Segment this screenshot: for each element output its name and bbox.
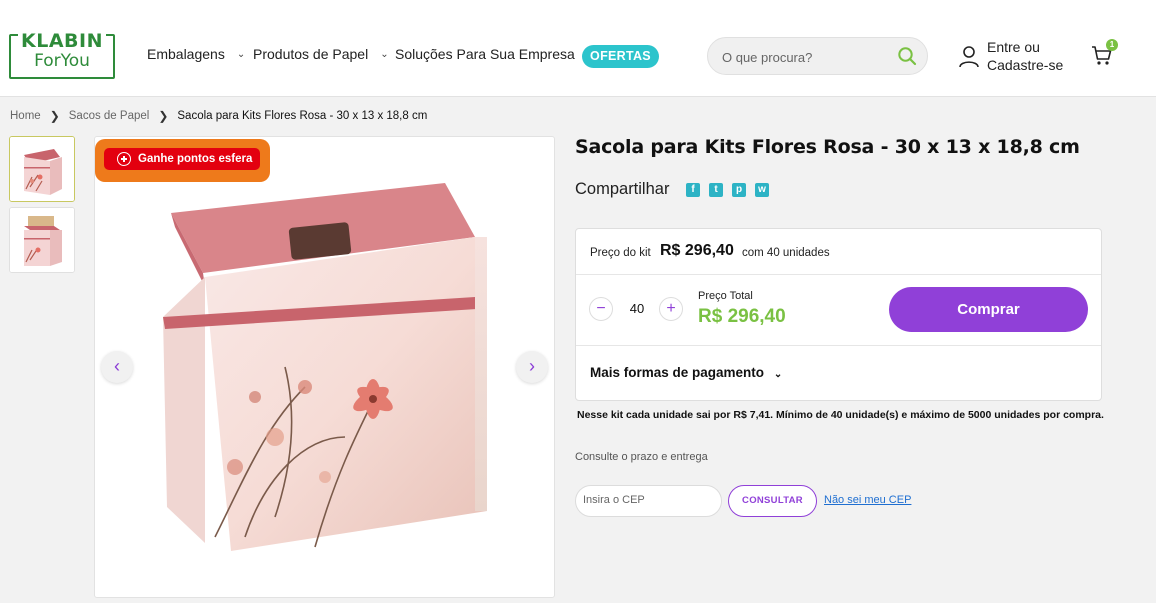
- total-price-label: Preço Total: [698, 290, 753, 302]
- increase-quantity-button[interactable]: +: [659, 297, 683, 321]
- price-box: Preço do kit R$ 296,40 com 40 unidades −…: [575, 228, 1102, 401]
- breadcrumb-category[interactable]: Sacos de Papel: [69, 110, 150, 122]
- facebook-icon[interactable]: f: [686, 183, 700, 197]
- search-input[interactable]: [722, 47, 892, 67]
- kit-units: com 40 unidades: [742, 247, 830, 259]
- whatsapp-icon[interactable]: w: [755, 183, 769, 197]
- thumbnail-2[interactable]: [9, 207, 75, 273]
- nav-produtos-de-papel[interactable]: Produtos de Papel ⌄: [253, 46, 389, 62]
- share-label: Compartilhar: [575, 180, 670, 198]
- cep-input[interactable]: [583, 494, 713, 506]
- search-box: [707, 37, 928, 75]
- share-icons: f t p w: [686, 183, 769, 197]
- login-line1: Entre ou: [987, 39, 1040, 55]
- cep-field: [575, 485, 722, 517]
- unit-price-note: Nesse kit cada unidade sai por R$ 7,41. …: [577, 409, 1104, 421]
- twitter-icon[interactable]: t: [709, 183, 723, 197]
- chevron-down-icon: ⌄: [236, 48, 246, 60]
- consult-button[interactable]: CONSULTAR: [728, 485, 817, 517]
- quantity-input[interactable]: [620, 301, 654, 316]
- decrease-quantity-button[interactable]: −: [589, 297, 613, 321]
- chevron-down-icon: ⌄: [773, 369, 783, 380]
- pinterest-icon[interactable]: p: [732, 183, 746, 197]
- dont-know-cep-link[interactable]: Não sei meu CEP: [824, 494, 911, 506]
- login-line2: Cadastre-se: [987, 57, 1064, 73]
- prev-image-button[interactable]: ‹: [101, 351, 133, 383]
- nav-produtos-label: Produtos de Papel: [253, 46, 369, 62]
- product-main-image: [163, 183, 487, 551]
- chevron-down-icon: ⌄: [380, 48, 389, 60]
- klabin-logo[interactable]: KLABIN ForYou: [9, 30, 115, 79]
- kit-price-value: R$ 296,40: [660, 242, 734, 259]
- breadcrumb: Home ❯ Sacos de Papel ❯ Sacola para Kits…: [10, 109, 427, 123]
- points-badge-label: Ganhe pontos esfera: [138, 153, 253, 165]
- search-icon[interactable]: [897, 46, 917, 66]
- total-price-value: R$ 296,40: [698, 306, 786, 327]
- thumbnail-1[interactable]: [9, 136, 75, 202]
- logo-top-text: KLABIN: [18, 30, 106, 52]
- kit-price-label: Preço do kit: [590, 247, 651, 259]
- product-image-viewer[interactable]: [94, 136, 555, 598]
- site-header: KLABIN ForYou Embalagens ⌄ Produtos de P…: [0, 0, 1156, 97]
- ofertas-button[interactable]: OFERTAS: [582, 45, 659, 68]
- chevron-right-icon: ❯: [49, 109, 60, 123]
- cart-button[interactable]: 1: [1091, 39, 1118, 68]
- logo-bottom-text: ForYou: [34, 51, 90, 71]
- breadcrumb-current: Sacola para Kits Flores Rosa - 30 x 13 x…: [177, 110, 428, 122]
- points-badge[interactable]: Ganhe pontos esfera: [95, 139, 270, 182]
- user-icon: [959, 46, 979, 68]
- kit-price-row: Preço do kit R$ 296,40 com 40 unidades: [576, 229, 1101, 275]
- product-thumbnail-image: [10, 208, 74, 272]
- product-title: Sacola para Kits Flores Rosa - 30 x 13 x…: [575, 136, 1080, 158]
- more-payment-options[interactable]: Mais formas de pagamento ⌄: [590, 365, 782, 380]
- nav-solucoes[interactable]: Soluções Para Sua Empresa: [395, 46, 575, 62]
- more-payment-label: Mais formas de pagamento: [590, 365, 765, 380]
- product-thumbnail-image: [10, 137, 74, 201]
- nav-embalagens[interactable]: Embalagens ⌄: [147, 46, 245, 62]
- shipping-label: Consulte o prazo e entrega: [575, 451, 708, 463]
- nav-embalagens-label: Embalagens: [147, 46, 225, 62]
- breadcrumb-home[interactable]: Home: [10, 110, 41, 122]
- next-image-button[interactable]: ›: [516, 351, 548, 383]
- chevron-right-icon: ❯: [158, 109, 169, 123]
- quantity-row: − + Preço Total R$ 296,40 Comprar: [576, 275, 1101, 346]
- buy-button[interactable]: Comprar: [889, 287, 1088, 332]
- nav-solucoes-label: Soluções Para Sua Empresa: [395, 46, 575, 62]
- plus-circle-icon: [117, 152, 131, 166]
- cart-count-badge: 1: [1106, 39, 1118, 51]
